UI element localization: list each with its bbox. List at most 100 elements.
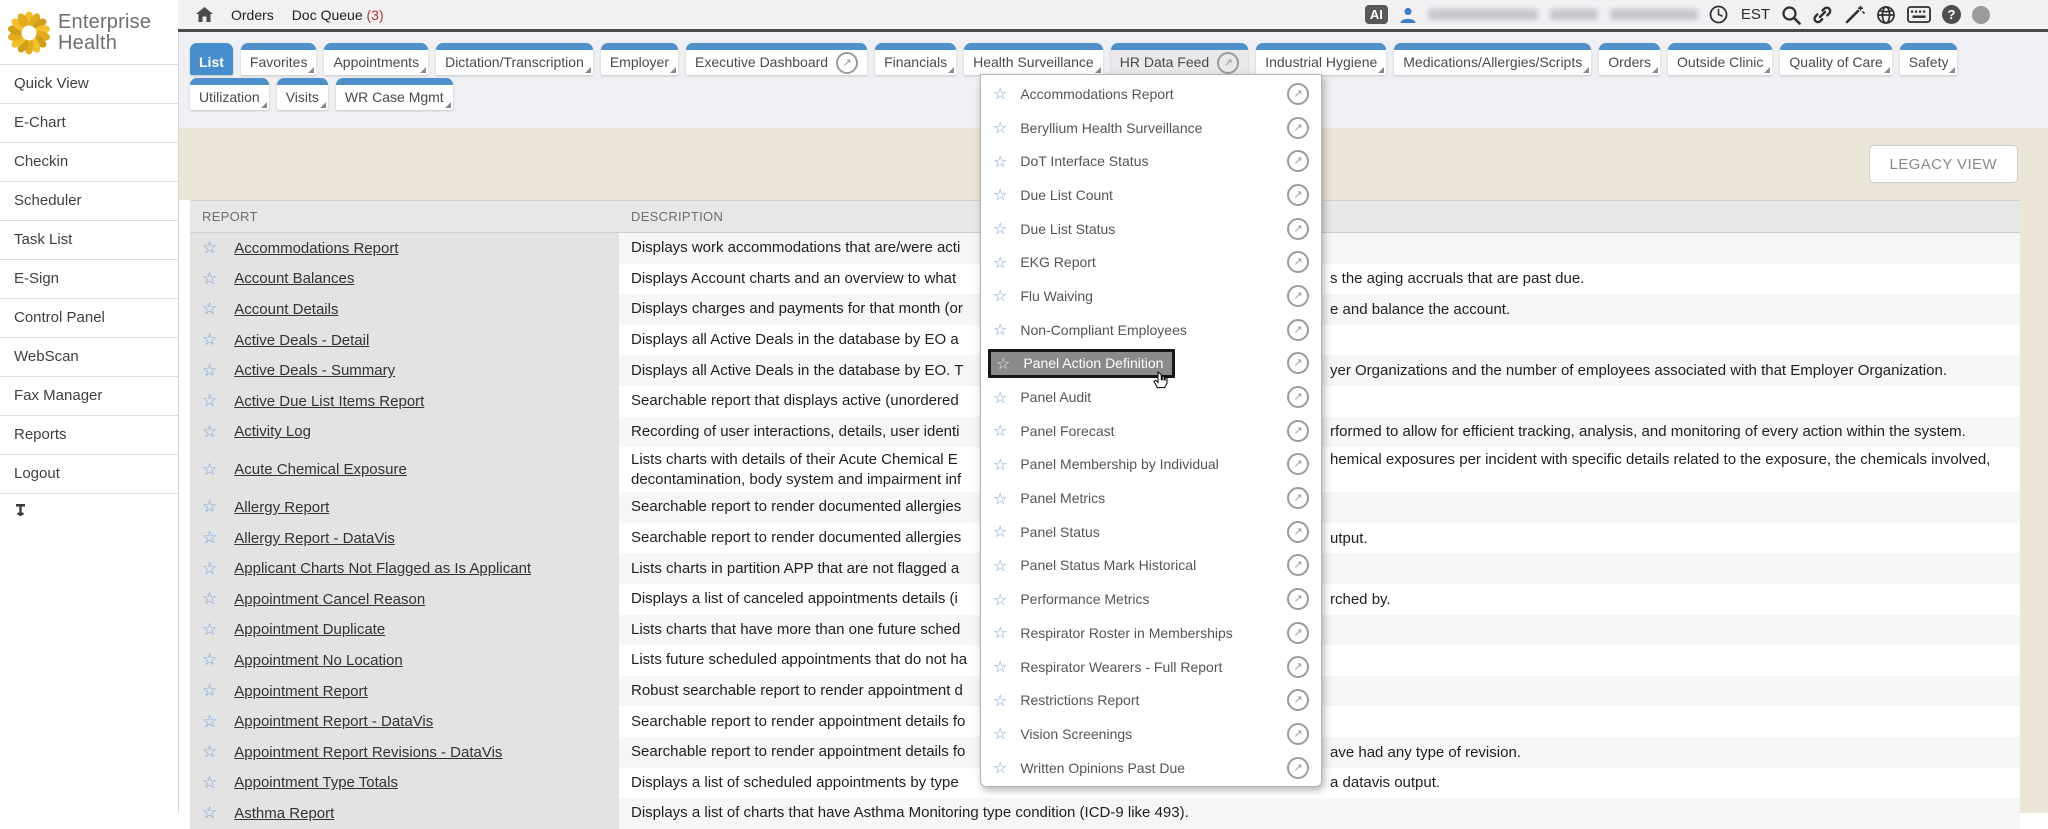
- favorite-star-icon[interactable]: ☆: [993, 118, 1007, 137]
- favorite-star-icon[interactable]: ☆: [202, 528, 217, 548]
- favorite-star-icon[interactable]: ☆: [202, 681, 217, 701]
- favorite-star-icon[interactable]: ☆: [996, 354, 1010, 373]
- popout-icon[interactable]: ↗: [1287, 622, 1309, 644]
- favorite-star-icon[interactable]: ☆: [202, 497, 217, 517]
- dropdown-item-panel-membership-by-individual[interactable]: ☆Panel Membership by Individual↗: [981, 448, 1321, 482]
- tab-executive-dashboard[interactable]: Executive Dashboard↗: [686, 43, 867, 75]
- dropdown-item-restrictions-report[interactable]: ☆Restrictions Report↗: [981, 683, 1321, 717]
- dropdown-item-panel-metrics[interactable]: ☆Panel Metrics↗: [981, 481, 1321, 515]
- dropdown-item-non-compliant-employees[interactable]: ☆Non-Compliant Employees↗: [981, 313, 1321, 347]
- favorite-star-icon[interactable]: ☆: [993, 421, 1007, 440]
- doc-queue-link[interactable]: Doc Queue (3): [292, 7, 384, 23]
- report-link-appointment-cancel-reason[interactable]: Appointment Cancel Reason: [234, 591, 425, 608]
- sidebar-item-e-sign[interactable]: E-Sign: [0, 260, 178, 299]
- dropdown-item-due-list-count[interactable]: ☆Due List Count↗: [981, 178, 1321, 212]
- search-icon[interactable]: [1781, 5, 1801, 25]
- tab-financials[interactable]: Financials: [875, 43, 956, 75]
- dropdown-item-panel-status[interactable]: ☆Panel Status↗: [981, 515, 1321, 549]
- sidebar-item-fax-manager[interactable]: Fax Manager: [0, 377, 178, 416]
- popout-icon[interactable]: ↗: [1287, 588, 1309, 610]
- tab-employer[interactable]: Employer: [601, 43, 678, 75]
- tab-health-surveillance[interactable]: Health Surveillance: [964, 43, 1103, 75]
- tab-appointments[interactable]: Appointments: [324, 43, 428, 75]
- tab-dictation-transcription[interactable]: Dictation/Transcription: [436, 43, 593, 75]
- favorite-star-icon[interactable]: ☆: [993, 185, 1007, 204]
- report-link-appointment-report-revisions-datavis[interactable]: Appointment Report Revisions - DataVis: [234, 744, 502, 761]
- column-header-report[interactable]: REPORT: [190, 201, 619, 232]
- popout-icon[interactable]: ↗: [1287, 757, 1309, 779]
- popout-icon[interactable]: ↗: [1287, 420, 1309, 442]
- tab-industrial-hygiene[interactable]: Industrial Hygiene: [1256, 43, 1386, 75]
- report-link-appointment-type-totals[interactable]: Appointment Type Totals: [234, 774, 398, 791]
- popout-icon[interactable]: ↗: [1287, 150, 1309, 172]
- favorite-star-icon[interactable]: ☆: [993, 152, 1007, 171]
- tab-wr-case-mgmt[interactable]: WR Case Mgmt: [336, 78, 453, 110]
- sidebar-item-scheduler[interactable]: Scheduler: [0, 182, 178, 221]
- dropdown-item-accommodations-report[interactable]: ☆Accommodations Report↗: [981, 77, 1321, 111]
- favorite-star-icon[interactable]: ☆: [202, 269, 217, 289]
- dropdown-item-vision-screenings[interactable]: ☆Vision Screenings↗: [981, 717, 1321, 751]
- favorite-star-icon[interactable]: ☆: [202, 361, 217, 381]
- favorite-star-icon[interactable]: ☆: [993, 758, 1007, 777]
- keyboard-icon[interactable]: [1907, 6, 1931, 23]
- sidebar-item-checkin[interactable]: Checkin: [0, 143, 178, 182]
- sidebar-item-control-panel[interactable]: Control Panel: [0, 299, 178, 338]
- sidebar-item-quick-view[interactable]: Quick View: [0, 65, 178, 104]
- sidebar-item-webscan[interactable]: WebScan: [0, 338, 178, 377]
- favorite-star-icon[interactable]: ☆: [202, 238, 217, 258]
- report-link-appointment-report-datavis[interactable]: Appointment Report - DataVis: [234, 713, 433, 730]
- avatar[interactable]: [1972, 6, 1990, 24]
- dropdown-item-panel-audit[interactable]: ☆Panel Audit↗: [981, 380, 1321, 414]
- favorite-star-icon[interactable]: ☆: [993, 590, 1007, 609]
- favorite-star-icon[interactable]: ☆: [202, 742, 217, 762]
- sidebar-item-e-chart[interactable]: E-Chart: [0, 104, 178, 143]
- tab-safety[interactable]: Safety: [1900, 43, 1958, 75]
- favorite-star-icon[interactable]: ☆: [202, 620, 217, 640]
- favorite-star-icon[interactable]: ☆: [202, 330, 217, 350]
- popout-icon[interactable]: ↗: [1287, 386, 1309, 408]
- dropdown-item-panel-forecast[interactable]: ☆Panel Forecast↗: [981, 414, 1321, 448]
- favorite-star-icon[interactable]: ☆: [993, 489, 1007, 508]
- favorite-star-icon[interactable]: ☆: [993, 253, 1007, 272]
- popout-icon[interactable]: ↗: [1287, 723, 1309, 745]
- dropdown-item-beryllium-health-surveillance[interactable]: ☆Beryllium Health Surveillance↗: [981, 111, 1321, 145]
- favorite-star-icon[interactable]: ☆: [202, 589, 217, 609]
- favorite-star-icon[interactable]: ☆: [993, 522, 1007, 541]
- popout-icon[interactable]: ↗: [1287, 689, 1309, 711]
- wand-icon[interactable]: [1844, 5, 1865, 25]
- link-icon[interactable]: [1812, 5, 1833, 25]
- popout-icon[interactable]: ↗: [1217, 52, 1239, 74]
- report-link-allergy-report-datavis[interactable]: Allergy Report - DataVis: [234, 530, 395, 547]
- legacy-view-button[interactable]: LEGACY VIEW: [1869, 145, 2019, 183]
- report-link-applicant-charts-not-flagged-as-is-applicant[interactable]: Applicant Charts Not Flagged as Is Appli…: [234, 560, 531, 577]
- popout-icon[interactable]: ↗: [1287, 218, 1309, 240]
- tab-hr-data-feed[interactable]: HR Data Feed↗: [1111, 43, 1248, 75]
- tab-quality-of-care[interactable]: Quality of Care: [1780, 43, 1891, 75]
- favorite-star-icon[interactable]: ☆: [202, 299, 217, 319]
- report-link-accommodations-report[interactable]: Accommodations Report: [234, 240, 398, 257]
- tab-list[interactable]: List: [190, 43, 233, 75]
- favorite-star-icon[interactable]: ☆: [993, 556, 1007, 575]
- popout-icon[interactable]: ↗: [1287, 285, 1309, 307]
- favorite-star-icon[interactable]: ☆: [202, 559, 217, 579]
- tab-utilization[interactable]: Utilization: [190, 78, 269, 110]
- report-link-appointment-no-location[interactable]: Appointment No Location: [234, 652, 402, 669]
- popout-icon[interactable]: ↗: [1287, 521, 1309, 543]
- dropdown-item-due-list-status[interactable]: ☆Due List Status↗: [981, 212, 1321, 246]
- sidebar-item-logout[interactable]: Logout: [0, 455, 178, 494]
- favorite-star-icon[interactable]: ☆: [993, 219, 1007, 238]
- dropdown-item-written-opinions-past-due[interactable]: ☆Written Opinions Past Due↗: [981, 751, 1321, 785]
- sidebar-pin-button[interactable]: [0, 494, 178, 530]
- favorite-star-icon[interactable]: ☆: [202, 650, 217, 670]
- report-link-asthma-report[interactable]: Asthma Report: [234, 805, 334, 822]
- tab-orders[interactable]: Orders: [1599, 43, 1660, 75]
- help-icon[interactable]: ?: [1942, 5, 1961, 24]
- favorite-star-icon[interactable]: ☆: [993, 455, 1007, 474]
- report-link-appointment-duplicate[interactable]: Appointment Duplicate: [234, 621, 385, 638]
- report-link-activity-log[interactable]: Activity Log: [234, 423, 311, 440]
- popout-icon[interactable]: ↗: [1287, 319, 1309, 341]
- popout-icon[interactable]: ↗: [1287, 251, 1309, 273]
- favorite-star-icon[interactable]: ☆: [993, 657, 1007, 676]
- report-link-active-deals-detail[interactable]: Active Deals - Detail: [234, 332, 369, 349]
- user-icon[interactable]: [1399, 6, 1417, 24]
